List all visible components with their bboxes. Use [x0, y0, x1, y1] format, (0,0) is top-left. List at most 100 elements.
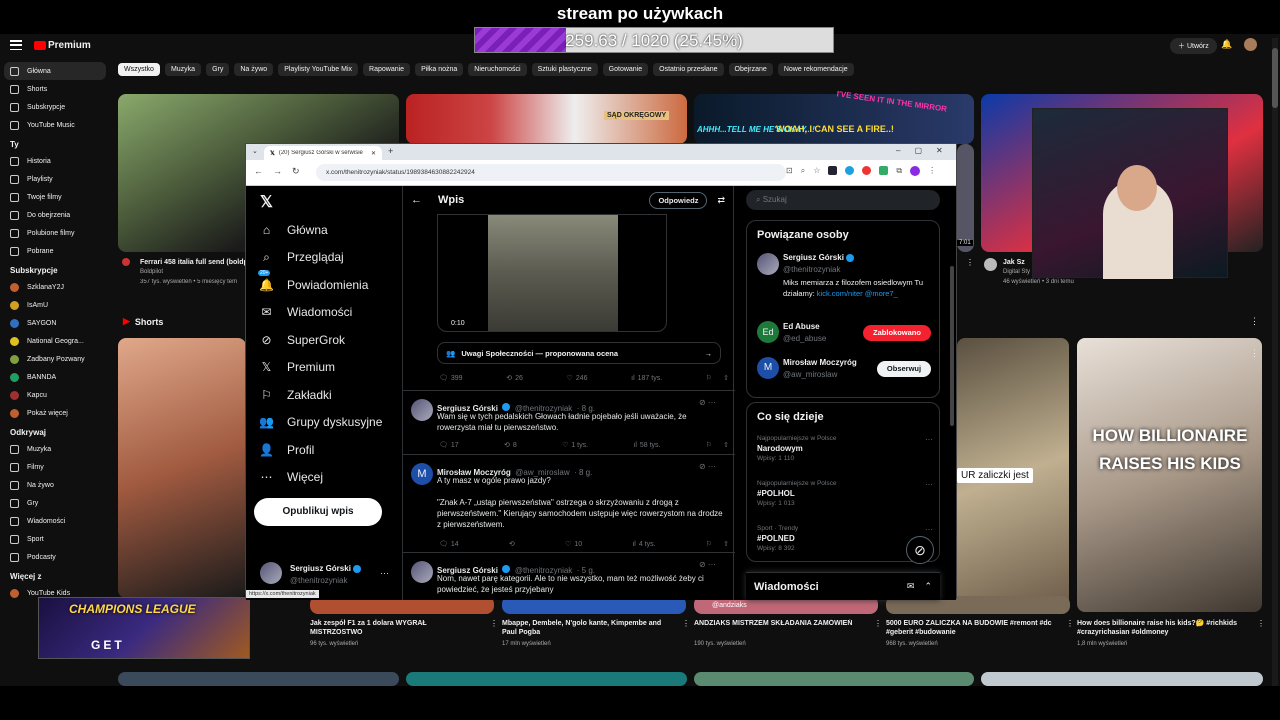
views-action[interactable]: ıl 187 tys.: [631, 374, 662, 382]
bio-link[interactable]: kick.com/niter @more7_: [817, 289, 898, 298]
community-note[interactable]: 👥 Uwagi Społeczności — proponowana ocena →: [437, 342, 721, 364]
sidebar-item[interactable]: YouTube Music: [0, 116, 110, 134]
nav-item-9[interactable]: ⋯ Więcej: [246, 464, 402, 492]
tweet-avatar[interactable]: M: [411, 463, 433, 485]
nav-item-0[interactable]: ⌂ Główna: [246, 216, 402, 244]
nav-item-4[interactable]: ⊘ SuperGrok: [246, 326, 402, 354]
repost-action[interactable]: ⟲: [509, 540, 515, 548]
new-message-icon[interactable]: ✉: [907, 581, 915, 592]
video-channel[interactable]: Digital Sty: [1003, 269, 1030, 275]
like-action[interactable]: ♡ 1 tys.: [562, 441, 588, 450]
sidebar-item[interactable]: Polubione filmy: [0, 224, 110, 242]
repost-action[interactable]: ⟲ 26: [506, 374, 523, 383]
messages-drawer[interactable]: Wiadomości ✉ ⌃: [746, 572, 940, 600]
video-channel[interactable]: Boldpilot: [140, 269, 163, 275]
sidebar-item[interactable]: Sport: [0, 530, 110, 548]
sidebar-item[interactable]: Główna: [4, 62, 106, 80]
forward-icon[interactable]: →: [273, 166, 282, 177]
chip-12[interactable]: Nowe rekomendacje: [777, 63, 854, 76]
avatar[interactable]: [1244, 38, 1257, 51]
chip-6[interactable]: Piłka nożna: [415, 63, 464, 76]
new-tab-icon[interactable]: +: [388, 146, 393, 156]
chip-0[interactable]: Wszystko: [118, 63, 160, 76]
short-title[interactable]: Jak zespół F1 za 1 dolara WYGRAŁ MISTRZO…: [310, 619, 478, 637]
scrollbar[interactable]: [1272, 38, 1278, 686]
search-input[interactable]: ⌕ Szukaj: [746, 190, 940, 210]
sidebar-item[interactable]: Podcasty: [0, 548, 110, 566]
sidebar-item[interactable]: Na żywo: [0, 476, 110, 494]
install-icon[interactable]: ⊡: [786, 166, 793, 176]
sidebar-item[interactable]: SAYGON: [0, 314, 110, 332]
nav-item-3[interactable]: ✉ Wiadomości: [246, 299, 402, 327]
chip-3[interactable]: Na żywo: [234, 63, 274, 76]
page-scrollbar[interactable]: [950, 266, 954, 426]
short-title[interactable]: ANDZIAKS MISTRZEM SKŁADANIA ZAMÓWIEŃ: [694, 619, 862, 628]
star-icon[interactable]: ☆: [813, 166, 820, 176]
more-horiz-icon[interactable]: ···: [380, 568, 389, 578]
views-action[interactable]: ıl 4 tys.: [632, 540, 655, 548]
chip-5[interactable]: Rapowanie: [363, 63, 411, 76]
create-button[interactable]: ＋ Utwórz: [1170, 38, 1217, 54]
close-window-icon[interactable]: ✕: [936, 146, 943, 155]
reply-action[interactable]: 🗨 14: [439, 540, 459, 549]
sidebar-item[interactable]: Pokaż więcej: [0, 404, 110, 422]
url-field[interactable]: x.com/thenitrozyniak/status/198938463088…: [316, 164, 786, 181]
sidebar-item[interactable]: National Geogra...: [0, 332, 110, 350]
extension-icon[interactable]: [879, 166, 889, 175]
tweet-avatar[interactable]: [411, 561, 433, 583]
bell-icon[interactable]: 🔔: [1221, 39, 1232, 50]
sidebar-item[interactable]: Pobrane: [0, 242, 110, 260]
channel-avatar[interactable]: [984, 258, 997, 271]
chip-7[interactable]: Nieruchomości: [468, 63, 527, 76]
scrollbar-thumb[interactable]: [1272, 48, 1278, 108]
reload-icon[interactable]: ↻: [292, 166, 300, 177]
short-title[interactable]: Mbappe, Dembele, N'golo kante, Kimpembe …: [502, 619, 670, 637]
views-action[interactable]: ıl 58 tys.: [633, 441, 660, 449]
grok-icon[interactable]: ⊘ ···: [699, 560, 716, 569]
grok-icon[interactable]: ⊘ ···: [699, 398, 716, 407]
more-vert-icon[interactable]: ⋮: [966, 258, 974, 267]
nav-item-8[interactable]: 👤 Profil: [246, 436, 402, 464]
person-avatar[interactable]: Ed: [757, 321, 779, 343]
sidebar-item[interactable]: Historia: [0, 152, 110, 170]
tweet-avatar[interactable]: [411, 399, 433, 421]
nav-item-2[interactable]: 🔔 20+ Powiadomienia: [246, 270, 402, 299]
menu-icon[interactable]: [10, 40, 22, 50]
sidebar-item[interactable]: Kapcu: [0, 386, 110, 404]
short-title[interactable]: How does billionaire raise his kids?🤔 #r…: [1077, 619, 1245, 637]
chip-2[interactable]: Gry: [206, 63, 230, 76]
expand-icon[interactable]: ⌃: [924, 581, 932, 592]
person-name[interactable]: Ed Abuse: [783, 322, 820, 331]
chip-10[interactable]: Ostatnio przesłane: [653, 63, 724, 76]
trend-item[interactable]: Najpopularniejsze w Polsce Narodowym Wpisy…: [757, 435, 933, 462]
bookmark-action[interactable]: ⚐ ⇧: [706, 441, 729, 449]
video-thumbnail[interactable]: [694, 94, 974, 144]
person-avatar[interactable]: [757, 253, 779, 275]
reply-tweet[interactable]: Sergiusz Górski @thenitrozyniak · 8 g. ⊘…: [403, 390, 735, 454]
share-icon[interactable]: ⇧: [723, 540, 729, 548]
nav-item-7[interactable]: 👥 Grupy dyskusyjne: [246, 409, 402, 437]
sidebar-item[interactable]: BANNDA: [0, 368, 110, 386]
person-name[interactable]: Mirosław Moczyróg: [783, 358, 857, 367]
share-icon[interactable]: ⇧: [723, 441, 729, 449]
video-thumbnail[interactable]: [981, 672, 1263, 686]
like-action[interactable]: ♡ 246: [567, 374, 588, 383]
more-vert-icon[interactable]: ⋮: [1257, 619, 1265, 628]
sidebar-item[interactable]: Twoje filmy: [0, 188, 110, 206]
sidebar-item[interactable]: Subskrypcje: [0, 98, 110, 116]
reply-button[interactable]: Odpowiedz: [649, 191, 708, 209]
extension-icon[interactable]: [862, 166, 872, 175]
short-title[interactable]: 5000 EURO ZALICZKA NA BUDOWIE #remont #d…: [886, 619, 1054, 637]
more-vert-icon[interactable]: ⋮: [490, 619, 498, 628]
more-vert-icon[interactable]: ⋮: [1066, 619, 1074, 628]
youtube-logo[interactable]: Premium: [34, 40, 91, 51]
video-player[interactable]: 0:10: [437, 214, 667, 332]
repost-action[interactable]: ⟲ 8: [504, 441, 517, 450]
nav-item-6[interactable]: ⚐ Zakładki: [246, 381, 402, 409]
sidebar-item[interactable]: Muzyka: [0, 440, 110, 458]
chip-8[interactable]: Sztuki plastyczne: [531, 63, 598, 76]
bookmark-action[interactable]: ⚐ ⇧: [706, 374, 729, 382]
extension-icon[interactable]: [828, 166, 838, 175]
maximize-icon[interactable]: ▢: [914, 146, 922, 155]
sidebar-item[interactable]: Wiadomości: [0, 512, 110, 530]
